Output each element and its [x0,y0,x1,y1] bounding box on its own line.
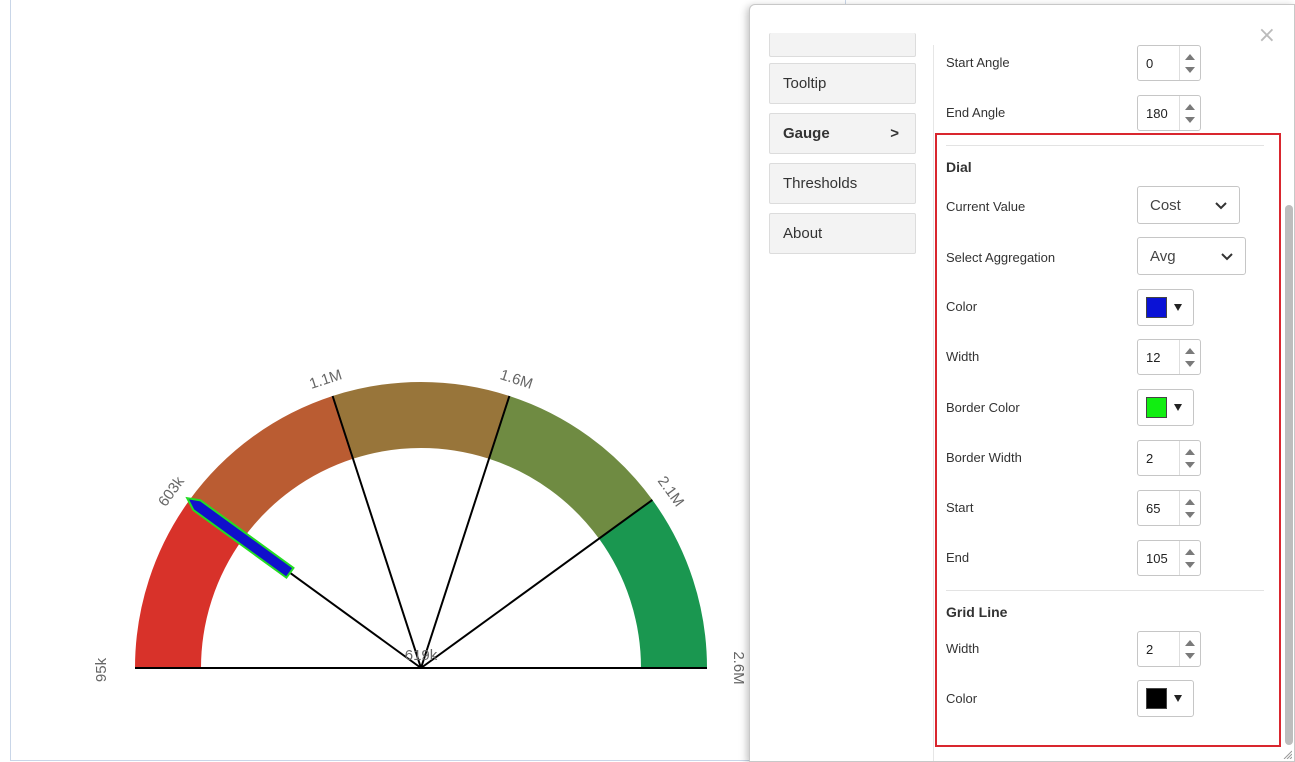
dropdown-triangle-icon [1174,404,1182,411]
dial-width-label: Width [946,349,980,364]
tick-label-max: 2.6M [730,651,747,684]
section-divider [946,145,1264,146]
arrow-down-icon[interactable] [1185,361,1195,367]
dial-color-label: Color [946,299,978,314]
grid-line-section-title: Grid Line [946,604,1008,620]
dial-width-value: 12 [1146,350,1161,365]
arrow-up-icon[interactable] [1185,54,1195,60]
dial-start-label: Start [946,500,974,515]
arrow-down-icon[interactable] [1185,67,1195,73]
arrow-down-icon[interactable] [1185,462,1195,468]
arrow-up-icon[interactable] [1185,348,1195,354]
nav-item-about[interactable]: About [769,213,916,254]
arrow-up-icon[interactable] [1185,104,1195,110]
arrow-up-icon[interactable] [1185,499,1195,505]
border-width-value: 2 [1146,451,1154,466]
nav-item-gauge[interactable]: Gauge > [769,113,916,154]
tick-label-min: 95k [93,657,110,682]
nav-item-thresholds[interactable]: Thresholds [769,163,916,204]
border-width-stepper[interactable]: 2 [1137,440,1201,476]
stepper-arrows[interactable] [1179,491,1200,525]
stepper-arrows[interactable] [1179,340,1200,374]
grid-line-width-stepper[interactable]: 2 [1137,631,1201,667]
chevron-down-icon [1215,202,1227,210]
dial-start-value: 65 [1146,501,1161,516]
color-swatch [1146,688,1167,709]
start-angle-stepper[interactable]: 0 [1137,45,1201,81]
arrow-up-icon[interactable] [1185,449,1195,455]
arrow-up-icon[interactable] [1185,549,1195,555]
arrow-down-icon[interactable] [1185,512,1195,518]
arrow-down-icon[interactable] [1185,117,1195,123]
dial-width-stepper[interactable]: 12 [1137,339,1201,375]
nav-divider [933,45,934,761]
color-swatch [1146,297,1167,318]
dial-end-label: End [946,550,970,565]
dropdown-triangle-icon [1174,695,1182,702]
scrollbar[interactable] [1285,205,1293,745]
dropdown-triangle-icon [1174,304,1182,311]
chevron-right-icon: > [890,125,899,142]
nav-item-label: Thresholds [783,175,858,192]
grid-line [420,499,653,669]
grid-line-width-value: 2 [1146,642,1154,657]
gauge-chart: 603k 1.1M 1.6M 2.1M 95k 2.6M 619k [93,366,747,684]
border-color-label: Border Color [946,400,1020,415]
arrow-up-icon[interactable] [1185,640,1195,646]
dial-end-stepper[interactable]: 105 [1137,540,1201,576]
current-value-label: Current Value [946,199,1026,214]
end-angle-stepper[interactable]: 180 [1137,95,1201,131]
highlight-box [935,133,1281,747]
stepper-arrows[interactable] [1179,541,1200,575]
grid-line-color-label: Color [946,691,978,706]
end-angle-value: 180 [1146,106,1168,121]
stepper-arrows[interactable] [1179,46,1200,80]
end-angle-label: End Angle [946,105,1006,120]
dial-section-title: Dial [946,159,972,175]
close-icon[interactable]: × [1258,25,1276,47]
tick-label: 2.1M [654,473,687,510]
tick-label-center: 619k [405,647,438,664]
nav-item-label: Gauge [783,125,830,142]
grid-line-width-label: Width [946,641,980,656]
nav-item-tooltip[interactable]: Tooltip [769,63,916,104]
chevron-down-icon [1221,253,1233,261]
stepper-arrows[interactable] [1179,96,1200,130]
dial-end-value: 105 [1146,551,1168,566]
stepper-arrows[interactable] [1179,441,1200,475]
current-value-selected: Cost [1150,197,1181,214]
color-swatch [1146,397,1167,418]
start-angle-value: 0 [1146,56,1154,71]
border-color-picker[interactable] [1137,389,1194,426]
tick-label: 1.6M [498,366,535,392]
tick-label: 603k [155,473,188,510]
aggregation-select[interactable]: Avg [1137,237,1246,275]
dial-color-picker[interactable] [1137,289,1194,326]
arrow-down-icon[interactable] [1185,562,1195,568]
aggregation-selected: Avg [1150,248,1176,265]
border-width-label: Border Width [946,450,1022,465]
resize-grip-icon[interactable] [1282,749,1292,759]
dial-start-stepper[interactable]: 65 [1137,490,1201,526]
start-angle-label: Start Angle [946,55,1010,70]
stepper-arrows[interactable] [1179,632,1200,666]
nav-item-partial[interactable] [769,33,916,57]
nav-item-label: Tooltip [783,75,827,92]
arrow-down-icon[interactable] [1185,653,1195,659]
nav-item-label: About [783,225,823,242]
settings-panel: × Tooltip Gauge > Thresholds About Start… [749,4,1295,762]
gauge-band [332,382,510,459]
aggregation-label: Select Aggregation [946,250,1056,265]
tick-label: 1.1M [307,366,344,392]
section-divider [946,590,1264,591]
grid-line-color-picker[interactable] [1137,680,1194,717]
current-value-select[interactable]: Cost [1137,186,1240,224]
